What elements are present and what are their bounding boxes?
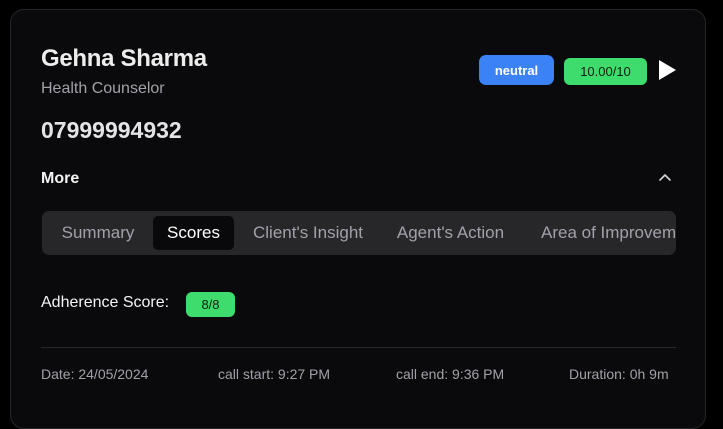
tab-agents-action[interactable]: Agent's Action <box>386 216 515 250</box>
sentiment-badge: neutral <box>479 55 554 85</box>
adherence-score-label: Adherence Score: <box>41 294 170 311</box>
phone-number: 07999994932 <box>41 117 182 143</box>
tab-scores[interactable]: Scores <box>153 216 234 250</box>
call-end: call end: 9:36 PM <box>396 366 505 382</box>
footer-divider <box>41 347 676 348</box>
tab-bar: Summary Scores Client's Insight Agent's … <box>42 211 676 255</box>
tab-clients-insight[interactable]: Client's Insight <box>240 216 376 250</box>
score-badge: 10.00/10 <box>564 58 647 85</box>
adherence-score-badge: 8/8 <box>186 292 235 317</box>
call-duration: Duration: 0h 9m <box>569 366 669 382</box>
call-start: call start: 9:27 PM <box>218 366 331 382</box>
call-card: Gehna Sharma Health Counselor 0799999493… <box>10 9 706 429</box>
agent-name: Gehna Sharma <box>41 45 207 72</box>
agent-role: Health Counselor <box>41 80 165 97</box>
play-icon[interactable] <box>656 59 678 81</box>
tab-area-of-improvement[interactable]: Area of Improvement <box>541 216 676 250</box>
call-date: Date: 24/05/2024 <box>41 366 149 382</box>
tab-summary[interactable]: Summary <box>48 216 148 250</box>
chevron-up-icon[interactable] <box>657 170 673 186</box>
more-heading: More <box>41 170 80 187</box>
